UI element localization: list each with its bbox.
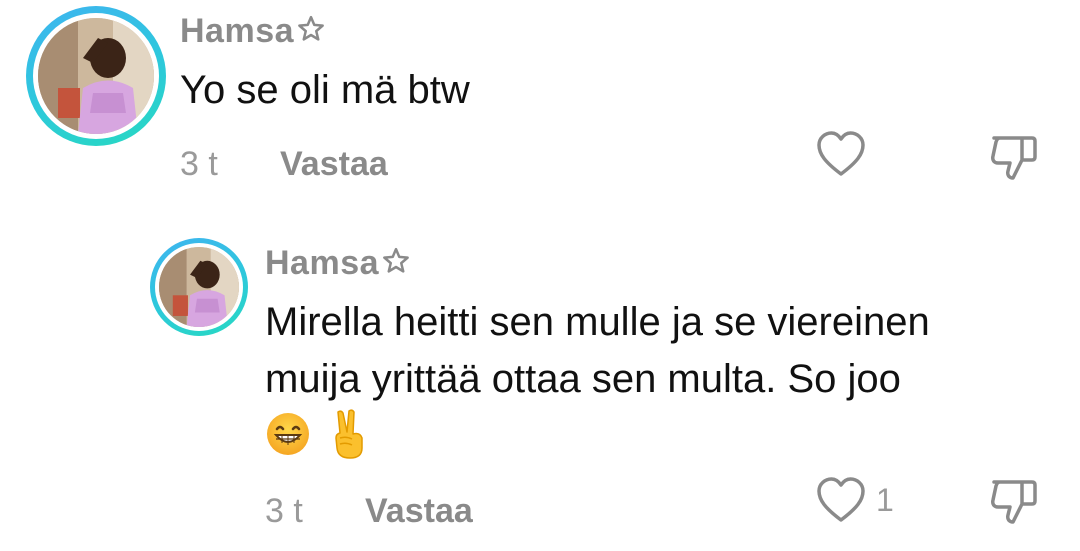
victory-hand-emoji bbox=[332, 408, 366, 476]
thumbs-down-outline-icon[interactable] bbox=[988, 476, 1040, 528]
star-outline-icon bbox=[381, 246, 411, 285]
emoji-row bbox=[265, 408, 930, 468]
avatar-ring[interactable] bbox=[150, 238, 248, 336]
comment-text: Mirella heitti sen mulle ja se viereinen… bbox=[265, 294, 930, 468]
reply-button[interactable]: Vastaa bbox=[365, 492, 473, 531]
comment-timestamp: 3 t bbox=[265, 492, 303, 530]
username[interactable]: Hamsa bbox=[265, 244, 411, 285]
heart-outline-icon[interactable] bbox=[815, 476, 867, 526]
grinning-face-emoji bbox=[265, 411, 311, 473]
like-count: 1 bbox=[876, 482, 894, 518]
comment-reply-item: Hamsa Mirella heitti sen mulle ja se vie… bbox=[0, 0, 1080, 551]
avatar[interactable] bbox=[159, 247, 239, 327]
